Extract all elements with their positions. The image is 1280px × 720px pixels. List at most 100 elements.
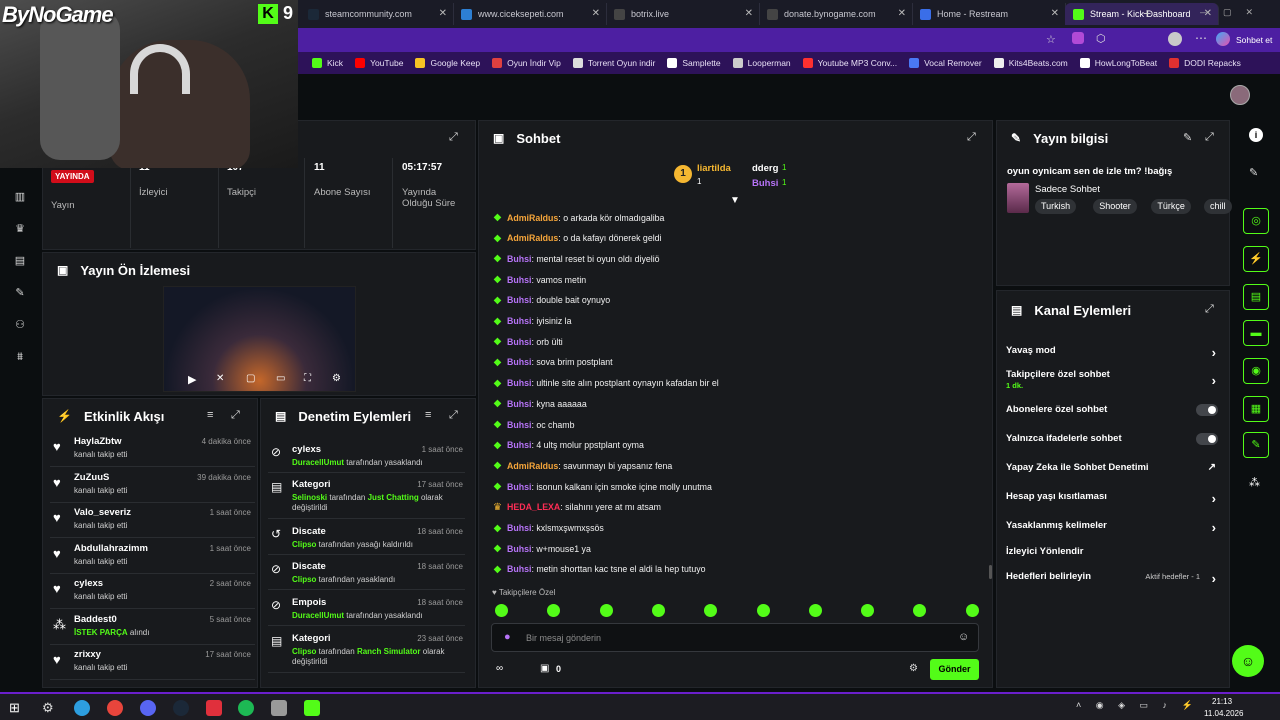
- chat-username[interactable]: Buhsi: [507, 564, 531, 574]
- chat-message[interactable]: ◆ AdmiRaldus: o arkada kör olmadıgaliba: [492, 212, 665, 223]
- chat-message[interactable]: ◆ Buhsi: double bait oynuyo: [492, 295, 611, 306]
- bookmark-item[interactable]: Looperman: [732, 58, 791, 68]
- edge-icon[interactable]: [74, 700, 90, 716]
- chat-username[interactable]: Buhsi: [507, 295, 531, 305]
- chat-username[interactable]: AdmiRaldus: [507, 233, 558, 243]
- activity-user[interactable]: Valo_severiz: [74, 507, 131, 518]
- wrench-icon[interactable]: ✎: [13, 286, 27, 300]
- moderation-item[interactable]: ⊘ cylexs DuracellUmut tarafından yasakland…: [268, 440, 465, 473]
- activity-user[interactable]: Abdullahrazimm: [74, 543, 148, 554]
- expand-icon[interactable]: ⤢: [967, 131, 976, 144]
- media-icon[interactable]: ▤: [13, 254, 27, 268]
- chat-message[interactable]: ◆ Buhsi: mental reset bi oyun oldı diyeli…: [492, 253, 660, 264]
- chat-username[interactable]: Buhsi: [507, 544, 531, 554]
- toggle-switch[interactable]: [1196, 404, 1218, 416]
- stream-tag[interactable]: chill: [1204, 199, 1232, 214]
- spotify-icon[interactable]: [238, 700, 254, 716]
- chevron-right-icon[interactable]: ›: [1212, 373, 1216, 388]
- activity-user[interactable]: ZuZuuS: [74, 472, 109, 483]
- notes-icon[interactable]: ▤: [1243, 284, 1269, 310]
- chat-message[interactable]: ◆ Buhsi: w+mouse1 ya: [492, 543, 591, 554]
- points-icon[interactable]: ∞: [496, 663, 503, 674]
- moderation-target[interactable]: Discate: [292, 526, 326, 537]
- browser-tab[interactable]: www.ciceksepeti.com ✕: [453, 3, 607, 25]
- app-icon[interactable]: [271, 700, 287, 716]
- chat-username[interactable]: Buhsi: [507, 523, 531, 533]
- chevron-right-icon[interactable]: ›: [1212, 345, 1216, 360]
- menu-icon[interactable]: ⋯: [1195, 31, 1207, 45]
- send-button[interactable]: Gönder: [930, 659, 979, 680]
- theater-icon[interactable]: ▭: [276, 373, 285, 384]
- chat-message[interactable]: ◆ Buhsi: ultinle site alın postplant oyna…: [492, 378, 719, 389]
- lightning-icon[interactable]: ⚡: [1243, 246, 1269, 272]
- activity-item[interactable]: ♥ cylexs kanalı takip etti 2 saat önce: [50, 574, 255, 609]
- bookmark-item[interactable]: Kick: [312, 58, 343, 68]
- chevron-right-icon[interactable]: ›: [1212, 491, 1216, 506]
- chat-username[interactable]: Buhsi: [507, 399, 531, 409]
- chat-message[interactable]: ◆ Buhsi: kyna aaaaaa: [492, 398, 587, 409]
- chat-message[interactable]: ◆ Buhsi: sova brim postplant: [492, 357, 613, 368]
- moderator-name[interactable]: DuracellUmut: [292, 458, 344, 467]
- support-button[interactable]: ☺: [1232, 645, 1264, 677]
- activity-item[interactable]: ⁂ Baddest0 İSTEK PARÇA alındı 5 saat önce: [50, 610, 255, 645]
- close-icon[interactable]: ✕: [439, 8, 447, 19]
- activity-item[interactable]: ♥ Valo_severiz kanalı takip etti 1 saat önc…: [50, 503, 255, 538]
- info-icon[interactable]: i: [1249, 128, 1263, 142]
- leader-name[interactable]: Buhsi: [752, 178, 778, 189]
- emote-icon[interactable]: [861, 604, 875, 617]
- chat-message[interactable]: ◆ Buhsi: vamos metin: [492, 274, 587, 285]
- activity-item[interactable]: ♥ ZuZuuS kanalı takip etti 39 dakika önce: [50, 468, 255, 503]
- chat-username[interactable]: Buhsi: [507, 378, 531, 388]
- activity-item[interactable]: ♥ HaylaZbtw kanalı takip etti 4 dakika önce: [50, 432, 255, 467]
- new-tab-button[interactable]: +: [1143, 5, 1151, 21]
- toggle-switch[interactable]: [1196, 433, 1218, 445]
- chat-input[interactable]: ● Bir mesaj gönderin ☺: [491, 623, 979, 652]
- emote-icon[interactable]: [651, 604, 665, 617]
- chat-message[interactable]: ◆ AdmiRaldus: savunmayı bi yapsanız fena: [492, 460, 673, 471]
- bookmark-item[interactable]: YouTube: [355, 58, 403, 68]
- chat-message[interactable]: ◆ Buhsi: iyisiniz la: [492, 316, 572, 327]
- chat-icon[interactable]: ▬: [1243, 320, 1269, 346]
- browser-tab[interactable]: donate.bynogame.com ✕: [759, 3, 913, 25]
- close-icon[interactable]: ✕: [592, 8, 600, 19]
- channel-action[interactable]: Takipçilere özel sohbet 1 dk. ›: [1006, 369, 1222, 390]
- moderator-name[interactable]: DuracellUmut: [292, 611, 344, 620]
- browser-tab[interactable]: steamcommunity.com ✕: [300, 3, 454, 25]
- channel-action[interactable]: Yasaklanmış kelimeler ›: [1006, 520, 1222, 535]
- activity-item[interactable]: ♥ zrixxy kanalı takip etti 17 saat önce: [50, 645, 255, 680]
- activity-user[interactable]: cylexs: [74, 578, 103, 589]
- chat-username[interactable]: Buhsi: [507, 337, 531, 347]
- filter-icon[interactable]: ≡: [207, 409, 213, 421]
- clock-time[interactable]: 21:13: [1212, 697, 1232, 706]
- chat-username[interactable]: Buhsi: [507, 254, 531, 264]
- avatar[interactable]: [1168, 32, 1182, 46]
- chrome-icon[interactable]: [107, 700, 123, 716]
- emote-icon[interactable]: [965, 604, 979, 617]
- moderator-name[interactable]: Clipso: [292, 540, 316, 549]
- bookmark-item[interactable]: HowLongToBeat: [1079, 58, 1157, 68]
- puzzle-icon[interactable]: ⬡: [1096, 32, 1106, 45]
- activity-user[interactable]: Baddest0: [74, 614, 117, 625]
- chat-message[interactable]: ◆ Buhsi: metin shorttan kac tsne el aldi …: [492, 564, 706, 575]
- stream-tag[interactable]: Turkish: [1035, 199, 1077, 214]
- users-icon[interactable]: ⚇: [13, 318, 27, 332]
- moderation-item[interactable]: ▤ Kategori Selinoski tarafından Just Chatt…: [268, 475, 465, 519]
- expand-icon[interactable]: ⤢: [1205, 131, 1214, 144]
- chat-message[interactable]: ◆ Buhsi: orb ülti: [492, 336, 563, 347]
- chat-username[interactable]: Buhsi: [507, 440, 531, 450]
- chat-username[interactable]: Buhsi: [507, 482, 531, 492]
- chat-username[interactable]: AdmiRaldus: [507, 213, 558, 223]
- chat-username[interactable]: HEDA_LEXA: [507, 502, 560, 512]
- close-icon[interactable]: ✕: [1051, 8, 1059, 19]
- chat-username[interactable]: Buhsi: [507, 420, 531, 430]
- close-icon[interactable]: ✕: [898, 8, 906, 19]
- chat-message[interactable]: ◆ Buhsi: isonun kalkanı için smoke içine …: [492, 481, 712, 492]
- browser-tab[interactable]: Stream - Kick Dashboard ✕: [1065, 3, 1219, 25]
- settings-icon[interactable]: ⚙: [332, 373, 341, 384]
- chat-filter-icon[interactable]: ▼: [730, 195, 740, 206]
- layout-icon[interactable]: ▦: [1243, 396, 1269, 422]
- chat-message[interactable]: ◆ AdmiRaldus: o da kafayı dönerek geldi: [492, 233, 662, 244]
- activity-user[interactable]: zrixxy: [74, 649, 101, 660]
- leader-name[interactable]: liartilda: [697, 163, 731, 174]
- pen-icon[interactable]: ✎: [1249, 166, 1258, 179]
